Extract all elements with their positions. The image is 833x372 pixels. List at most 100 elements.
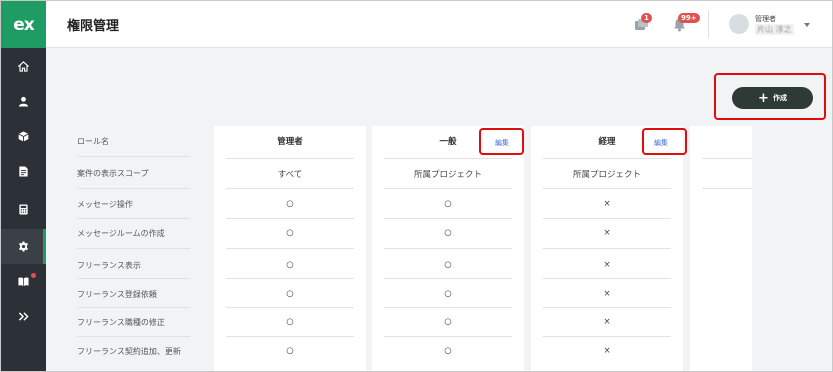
chevron-down-icon[interactable] — [804, 23, 810, 27]
cell-permission: ○ — [444, 346, 452, 356]
cell-permission: ○ — [444, 317, 452, 327]
cell-permission: ○ — [286, 199, 294, 209]
card-divider — [384, 336, 512, 337]
cell-permission: × — [603, 260, 611, 270]
home-icon — [18, 61, 29, 72]
row-label-scope: 案件の表示スコープ — [77, 169, 149, 178]
calculator-icon — [19, 204, 28, 215]
create-button[interactable]: + 作成 — [732, 87, 813, 109]
cell-permission: ○ — [286, 346, 294, 356]
cell-permission: ○ — [286, 260, 294, 270]
book-icon — [18, 277, 29, 287]
edit-link-general[interactable]: 編集 — [495, 138, 509, 148]
cell-scope: 所属プロジェクト — [413, 170, 482, 180]
row-label-message-ops: メッセージ操作 — [77, 200, 133, 209]
sidebar-item-guide[interactable] — [1, 264, 46, 299]
page-title: 権限管理 — [67, 19, 120, 34]
cell-permission: × — [603, 346, 611, 356]
cell-permission: ○ — [444, 260, 452, 270]
sidebar-item-settings[interactable] — [1, 229, 46, 264]
header-divider — [708, 11, 709, 38]
cell-permission: × — [603, 317, 611, 327]
row-label-freelance-view: フリーランス表示 — [77, 261, 141, 270]
card-divider — [543, 218, 671, 219]
notification-dot — [31, 273, 36, 278]
create-button-label: 作成 — [772, 94, 787, 102]
app-frame: ex 権限管理 1 99+ 管理者 片山 淳之 + 作成 ロール名 案件の表示ス… — [0, 0, 833, 372]
card-divider — [384, 278, 512, 279]
row-label-freelance-job: フリーランス職種の修正 — [77, 318, 165, 327]
role-name: ラ — [690, 135, 752, 147]
cell-permission: ○ — [286, 289, 294, 299]
sidebar-item-home[interactable] — [1, 49, 46, 84]
sidebar-item-projects[interactable] — [1, 119, 46, 154]
row-label-freelance-contract: フリーランス契約追加、更新 — [77, 347, 181, 356]
row-divider — [77, 218, 190, 219]
row-divider — [77, 188, 190, 189]
card-divider — [384, 307, 512, 308]
row-divider — [77, 156, 190, 157]
card-divider — [226, 307, 354, 308]
message-badge: 1 — [641, 13, 652, 23]
row-divider — [77, 278, 190, 279]
sidebar-expand-toggle[interactable] — [1, 299, 46, 334]
top-header: 権限管理 1 99+ 管理者 片山 淳之 — [46, 1, 832, 48]
cell-permission: ○ — [286, 228, 294, 238]
card-divider — [226, 218, 354, 219]
sidebar: ex — [1, 1, 46, 371]
card-divider — [226, 278, 354, 279]
card-divider — [543, 278, 671, 279]
plus-icon: + — [758, 90, 769, 106]
card-divider — [226, 188, 354, 189]
card-divider — [384, 248, 512, 249]
cell-permission: × — [603, 228, 611, 238]
role-card-partial: ラ 自 — [690, 126, 752, 371]
user-role: 管理者 — [755, 15, 776, 23]
card-divider — [226, 336, 354, 337]
expand-icon — [18, 312, 29, 321]
role-card-accounting: 経理 所属プロジェクト × × × × × × — [531, 126, 683, 371]
row-label-role-name: ロール名 — [77, 137, 109, 146]
card-divider — [226, 158, 354, 159]
user-name: 片山 淳之 — [755, 24, 794, 35]
cell-scope: すべて — [277, 170, 303, 180]
cell-permission: ○ — [444, 199, 452, 209]
card-divider — [384, 158, 512, 159]
card-divider — [543, 307, 671, 308]
card-divider — [384, 188, 512, 189]
role-name: 管理者 — [277, 137, 303, 147]
row-label-room-create: メッセージルームの作成 — [77, 229, 165, 238]
cell-permission: ○ — [286, 317, 294, 327]
edit-link-accounting[interactable]: 編集 — [654, 138, 668, 148]
role-card-partial-inner: ラ 自 — [690, 126, 752, 371]
row-divider — [77, 336, 190, 337]
avatar[interactable] — [729, 14, 749, 34]
cell-permission: ○ — [444, 228, 452, 238]
card-divider — [702, 188, 752, 189]
sidebar-item-users[interactable] — [1, 84, 46, 119]
card-divider — [384, 218, 512, 219]
card-divider — [543, 158, 671, 159]
card-divider — [702, 158, 752, 159]
sidebar-item-documents[interactable] — [1, 154, 46, 189]
cell-permission: ○ — [444, 289, 452, 299]
row-label-freelance-register: フリーランス登録依頼 — [77, 290, 157, 299]
cell-permission: × — [603, 289, 611, 299]
cell-scope: 自 — [690, 168, 752, 180]
cube-icon — [18, 131, 29, 142]
notification-badge: 99+ — [678, 13, 700, 23]
app-logo[interactable]: ex — [1, 1, 46, 48]
role-card-general: 一般 所属プロジェクト ○ ○ ○ ○ ○ ○ — [372, 126, 524, 371]
row-divider — [77, 248, 190, 249]
card-divider — [543, 336, 671, 337]
row-divider — [77, 307, 190, 308]
document-icon — [19, 166, 28, 177]
card-divider — [543, 248, 671, 249]
cell-permission: × — [603, 199, 611, 209]
gear-icon — [19, 241, 28, 252]
logo-text: ex — [13, 14, 34, 35]
user-icon — [18, 96, 29, 107]
sidebar-item-calculator[interactable] — [1, 192, 46, 227]
card-divider — [543, 188, 671, 189]
role-card-admin: 管理者 すべて ○ ○ ○ ○ ○ ○ — [214, 126, 366, 371]
